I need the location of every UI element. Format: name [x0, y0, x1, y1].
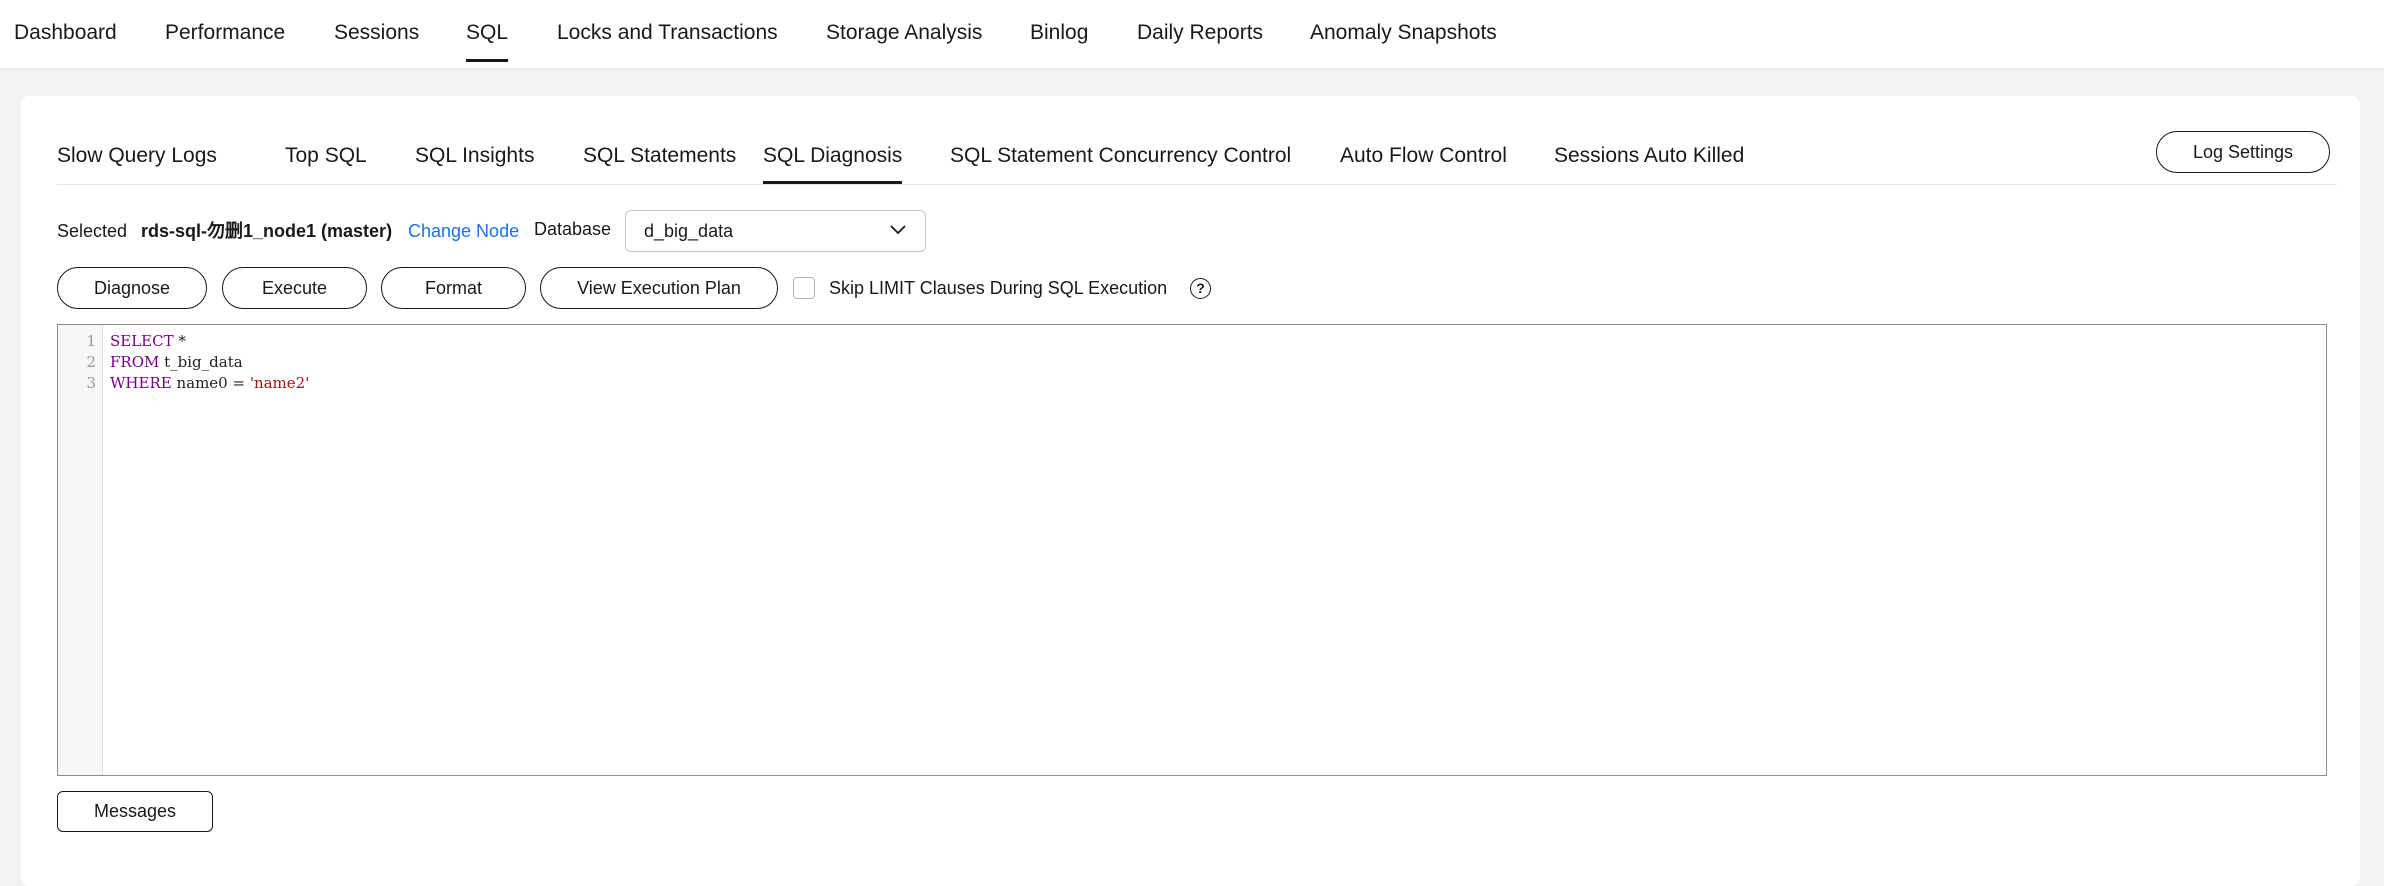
execute-button[interactable]: Execute	[222, 267, 367, 309]
line-number: 3	[86, 374, 96, 392]
sql-keyword: WHERE	[110, 374, 172, 392]
log-settings-button[interactable]: Log Settings	[2156, 131, 2330, 173]
line-number-gutter: 1 2 3	[58, 325, 103, 775]
sql-keyword: FROM	[110, 353, 160, 371]
diagnose-button[interactable]: Diagnose	[57, 267, 207, 309]
skip-limit-label: Skip LIMIT Clauses During SQL Execution	[829, 278, 1168, 298]
top-nav: Dashboard Performance Sessions SQL Locks…	[0, 0, 2384, 68]
code-line: SELECT *	[110, 331, 186, 352]
nav-item-daily-reports[interactable]: Daily Reports	[1137, 0, 1263, 62]
nav-item-anomaly-snapshots[interactable]: Anomaly Snapshots	[1310, 0, 1497, 62]
code-line: WHERE name0 = 'name2'	[110, 373, 309, 394]
change-node-link[interactable]: Change Node	[408, 220, 519, 242]
selected-label: Selected	[57, 221, 128, 241]
tab-sessions-auto-killed[interactable]: Sessions Auto Killed	[1554, 124, 1744, 182]
view-execution-plan-button[interactable]: View Execution Plan	[540, 267, 778, 309]
sql-text: name0 =	[171, 374, 250, 392]
code-line: FROM t_big_data	[110, 352, 243, 373]
tab-sql-statements[interactable]: SQL Statements	[583, 124, 736, 182]
tab-sql-diagnosis[interactable]: SQL Diagnosis	[763, 124, 903, 184]
database-select-value: d_big_data	[644, 221, 734, 241]
nav-item-binlog[interactable]: Binlog	[1030, 0, 1088, 62]
sql-diagnosis-card: Slow Query Logs Top SQL SQL Insights SQL…	[21, 96, 2360, 886]
nav-item-locks-and-transactions[interactable]: Locks and Transactions	[557, 0, 778, 62]
line-number: 1	[86, 332, 96, 350]
sub-tabs: Slow Query Logs Top SQL SQL Insights SQL…	[57, 124, 2337, 185]
sql-text: *	[173, 332, 186, 350]
database-label: Database	[534, 219, 612, 239]
sql-keyword: SELECT	[110, 332, 174, 350]
sql-text: t_big_data	[159, 353, 243, 371]
nav-item-storage-analysis[interactable]: Storage Analysis	[826, 0, 982, 62]
node-name: rds-sql-勿删1_node1 (master)	[141, 221, 393, 241]
nav-item-sql[interactable]: SQL	[466, 0, 509, 62]
nav-item-sessions[interactable]: Sessions	[334, 0, 419, 62]
skip-limit-checkbox[interactable]	[793, 277, 815, 299]
tab-top-sql[interactable]: Top SQL	[285, 124, 367, 182]
database-select[interactable]: d_big_data	[625, 210, 926, 252]
tab-sql-statement-concurrency-control[interactable]: SQL Statement Concurrency Control	[950, 124, 1291, 182]
tab-slow-query-logs[interactable]: Slow Query Logs	[57, 124, 217, 182]
sql-editor[interactable]: 1 2 3 SELECT * FROM t_big_data WHERE nam…	[57, 324, 2327, 776]
chevron-down-icon	[890, 225, 906, 235]
nav-item-performance[interactable]: Performance	[165, 0, 285, 62]
format-button[interactable]: Format	[381, 267, 526, 309]
messages-button[interactable]: Messages	[57, 791, 213, 832]
tab-auto-flow-control[interactable]: Auto Flow Control	[1340, 124, 1507, 182]
question-circle-icon[interactable]: ?	[1190, 278, 1211, 299]
sql-string: 'name2'	[249, 374, 310, 392]
nav-item-dashboard[interactable]: Dashboard	[14, 0, 117, 62]
line-number: 2	[86, 353, 96, 371]
tab-sql-insights[interactable]: SQL Insights	[415, 124, 534, 182]
